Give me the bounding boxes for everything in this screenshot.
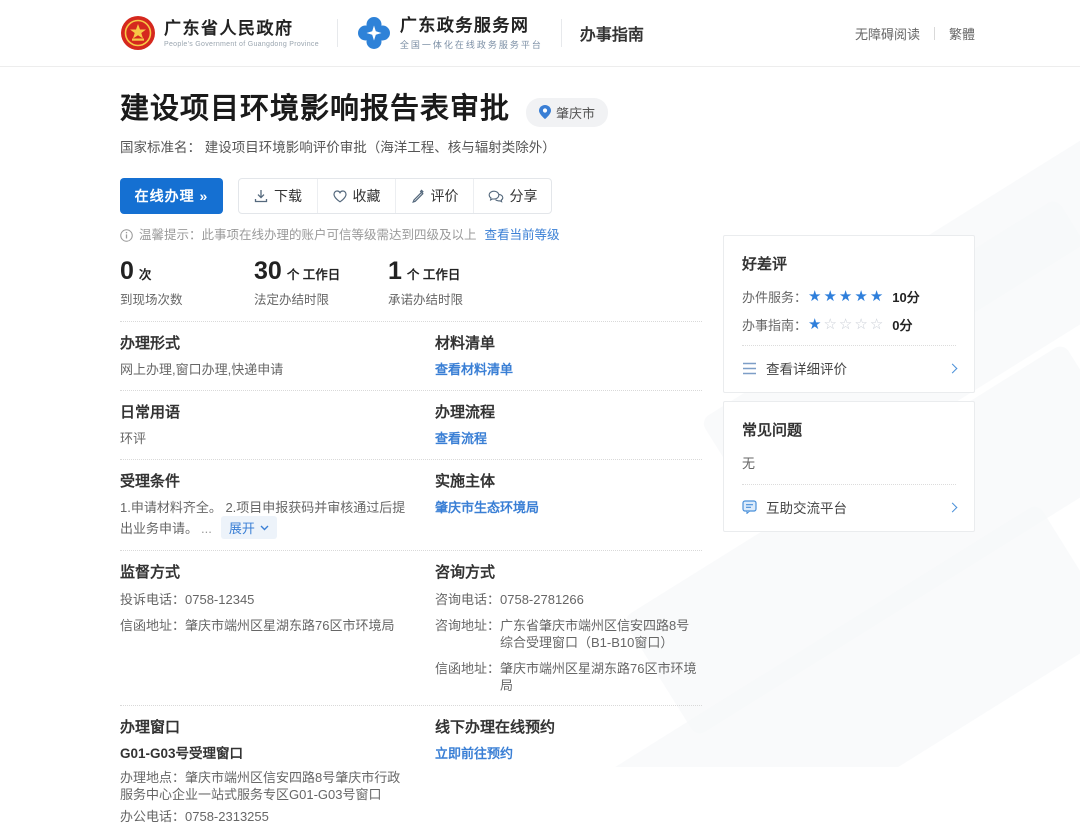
mail-address: 信函地址：肇庆市端州区星湖东路76区市环境局 <box>120 617 411 634</box>
faq-card: 常见问题 无 互助交流平台 <box>723 401 975 532</box>
conditions-value: 1.申请材料齐全。 2.项目申报获码并审核通过后提出业务申请。...展开 <box>120 499 411 539</box>
authority-link[interactable]: 肇庆市生态环境局 <box>435 499 539 516</box>
download-icon <box>254 189 268 203</box>
list-icon <box>742 362 757 375</box>
header-divider <box>561 19 562 47</box>
check-level-link[interactable]: 查看当前等级 <box>485 227 560 243</box>
header-right-divider <box>934 27 935 40</box>
gov-logo-subtitle: People's Government of Guangdong Provinc… <box>164 41 319 48</box>
pencil-icon <box>411 189 425 203</box>
share-icon <box>488 190 504 203</box>
chevron-down-icon <box>260 525 269 531</box>
section-title-supervision: 监督方式 <box>120 563 411 582</box>
view-detailed-rating[interactable]: 查看详细评价 <box>742 345 956 392</box>
stat-promised-limit: 1个 工作日 承诺办结时限 <box>388 257 476 308</box>
section-title-window: 办理窗口 <box>120 718 411 737</box>
chat-icon <box>742 500 757 514</box>
download-button[interactable]: 下载 <box>239 179 317 213</box>
info-icon <box>120 229 133 242</box>
section-title-authority: 实施主体 <box>435 472 702 491</box>
heart-icon <box>333 190 347 203</box>
chevron-right-icon <box>948 502 958 512</box>
booking-link[interactable]: 立即前往预约 <box>435 745 513 762</box>
gov-logo[interactable]: 广东省人民政府 People's Government of Guangdong… <box>120 15 319 51</box>
view-process-link[interactable]: 查看流程 <box>435 430 487 447</box>
section-title-booking: 线下办理在线预约 <box>435 718 702 737</box>
info-row-window-booking: 办理窗口 G01-G03号受理窗口 办理地点：肇庆市端州区信安四路8号肇庆市行政… <box>120 706 702 836</box>
national-emblem-icon <box>120 15 156 51</box>
section-title-daily-term: 日常用语 <box>120 403 411 422</box>
stat-legal-limit: 30个 工作日 法定办结时限 <box>254 257 342 308</box>
info-row-supervision-consult: 监督方式 投诉电话：0758-12345 信函地址：肇庆市端州区星湖东路76区市… <box>120 551 702 706</box>
expand-button[interactable]: 展开 <box>221 516 277 539</box>
office-phone: 办公电话：0758-2313255 <box>120 808 411 825</box>
consult-address: 咨询地址：广东省肇庆市端州区信安四路8号综合受理窗口（B1-B10窗口） <box>435 617 702 651</box>
nav-service-guide[interactable]: 办事指南 <box>580 21 644 45</box>
mutual-platform[interactable]: 互助交流平台 <box>742 484 956 531</box>
location-badge[interactable]: 肇庆市 <box>526 98 608 127</box>
stats-bar: 0次 到现场次数 30个 工作日 法定办结时限 1个 工作日 承诺办结时限 <box>120 257 702 322</box>
section-title-consultation: 咨询方式 <box>435 563 702 582</box>
faq-value: 无 <box>742 453 956 472</box>
faq-title: 常见问题 <box>742 419 956 440</box>
window-address: 办理地点：肇庆市端州区信安四路8号肇庆市行政服务中心企业一站式服务专区G01-G… <box>120 769 411 803</box>
section-title-conditions: 受理条件 <box>120 472 411 491</box>
rating-title: 好差评 <box>742 253 956 274</box>
consult-phone: 咨询电话：0758-2781266 <box>435 591 702 608</box>
location-label: 肇庆市 <box>556 103 595 122</box>
share-button[interactable]: 分享 <box>473 179 551 213</box>
section-title-process: 办理流程 <box>435 403 702 422</box>
form-value: 网上办理,窗口办理,快递申请 <box>120 361 411 378</box>
stat-visits: 0次 到现场次数 <box>120 257 208 308</box>
page-title: 建设项目环境影响报告表审批 <box>120 90 510 128</box>
info-row-term-process: 日常用语 环评 办理流程 查看流程 <box>120 391 702 460</box>
daily-term-value: 环评 <box>120 430 411 447</box>
section-title-materials: 材料清单 <box>435 334 702 353</box>
consult-mail-address: 信函地址：肇庆市端州区星湖东路76区市环境局 <box>435 660 702 694</box>
portal-logo-icon <box>356 15 392 51</box>
standard-name: 国家标准名： 建设项目环境影响评价审批（海洋工程、核与辐射类除外） <box>120 139 702 157</box>
complaint-phone: 投诉电话：0758-12345 <box>120 591 411 608</box>
guide-stars: ★☆☆☆☆ <box>808 317 885 333</box>
traditional-chinese-link[interactable]: 繁體 <box>949 24 975 43</box>
portal-logo-title: 广东政务服务网 <box>400 16 543 36</box>
favorite-button[interactable]: 收藏 <box>317 179 395 213</box>
portal-logo[interactable]: 广东政务服务网 全国一体化在线政务服务平台 <box>356 15 543 51</box>
rating-row-service: 办件服务： ★★★★★ 10分 <box>742 287 956 306</box>
service-stars: ★★★★★ <box>808 289 885 305</box>
window-name: G01-G03号受理窗口 <box>120 745 411 763</box>
gov-logo-title: 广东省人民政府 <box>164 19 319 39</box>
rating-card: 好差评 办件服务： ★★★★★ 10分 办事指南： ★☆☆☆☆ 0分 查看详细评… <box>723 235 975 393</box>
info-row-conditions-authority: 受理条件 1.申请材料齐全。 2.项目申报获码并审核通过后提出业务申请。...展… <box>120 460 702 551</box>
tip-text: 温馨提示：此事项在线办理的账户可信等级需达到四级及以上 <box>139 227 477 243</box>
evaluate-button[interactable]: 评价 <box>395 179 473 213</box>
online-handle-button[interactable]: 在线办理 » <box>120 178 223 214</box>
header-divider <box>337 19 338 47</box>
location-pin-icon <box>539 105 551 119</box>
view-materials-link[interactable]: 查看材料清单 <box>435 361 513 378</box>
tip-bar: 温馨提示：此事项在线办理的账户可信等级需达到四级及以上 查看当前等级 <box>120 227 702 243</box>
rating-row-guide: 办事指南： ★☆☆☆☆ 0分 <box>742 315 956 334</box>
chevron-right-icon <box>948 363 958 373</box>
accessibility-link[interactable]: 无障碍阅读 <box>855 24 920 43</box>
section-title-form: 办理形式 <box>120 334 411 353</box>
secondary-actions: 下载 收藏 评价 分享 <box>238 178 552 214</box>
info-row-form-materials: 办理形式 网上办理,窗口办理,快递申请 材料清单 查看材料清单 <box>120 322 702 391</box>
header: 广东省人民政府 People's Government of Guangdong… <box>0 0 1080 67</box>
portal-logo-subtitle: 全国一体化在线政务服务平台 <box>400 38 543 51</box>
